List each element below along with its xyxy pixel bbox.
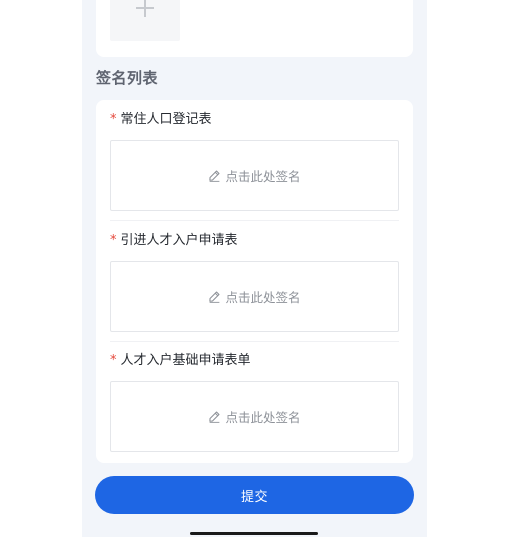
signature-item-label: * 人才入户基础申请表单 (110, 352, 399, 370)
signature-item: * 引进人才入户申请表 点击此处签名 (110, 232, 399, 332)
form-name: 人才入户基础申请表单 (120, 353, 251, 368)
signature-list-card: * 常住人口登记表 点击此处签名 * 引进人才入户申请表 点击此处签名 * 人才… (96, 100, 413, 463)
signature-item: * 常住人口登记表 点击此处签名 (110, 111, 399, 211)
pencil-icon (209, 291, 220, 303)
plus-icon (136, 0, 154, 17)
pencil-icon (209, 170, 220, 182)
section-title: 签名列表 (96, 69, 159, 87)
submit-button[interactable]: 提交 (95, 476, 414, 514)
signature-hint: 点击此处签名 (225, 290, 301, 305)
signature-pad[interactable]: 点击此处签名 (110, 261, 399, 332)
required-mark: * (110, 353, 117, 368)
home-indicator (190, 532, 318, 535)
signature-pad[interactable]: 点击此处签名 (110, 381, 399, 452)
form-name: 引进人才入户申请表 (120, 233, 238, 248)
divider (110, 341, 399, 342)
required-mark: * (110, 233, 117, 248)
signature-pad[interactable]: 点击此处签名 (110, 140, 399, 211)
signature-hint: 点击此处签名 (225, 410, 301, 425)
signature-item-label: * 引进人才入户申请表 (110, 232, 399, 250)
signature-hint: 点击此处签名 (225, 169, 301, 184)
form-name: 常住人口登记表 (120, 112, 212, 127)
upload-card (96, 0, 413, 57)
signature-item-label: * 常住人口登记表 (110, 111, 399, 129)
pencil-icon (209, 411, 220, 423)
signature-item: * 人才入户基础申请表单 点击此处签名 (110, 352, 399, 452)
divider (110, 220, 399, 221)
required-mark: * (110, 112, 117, 127)
upload-button[interactable] (110, 0, 180, 41)
